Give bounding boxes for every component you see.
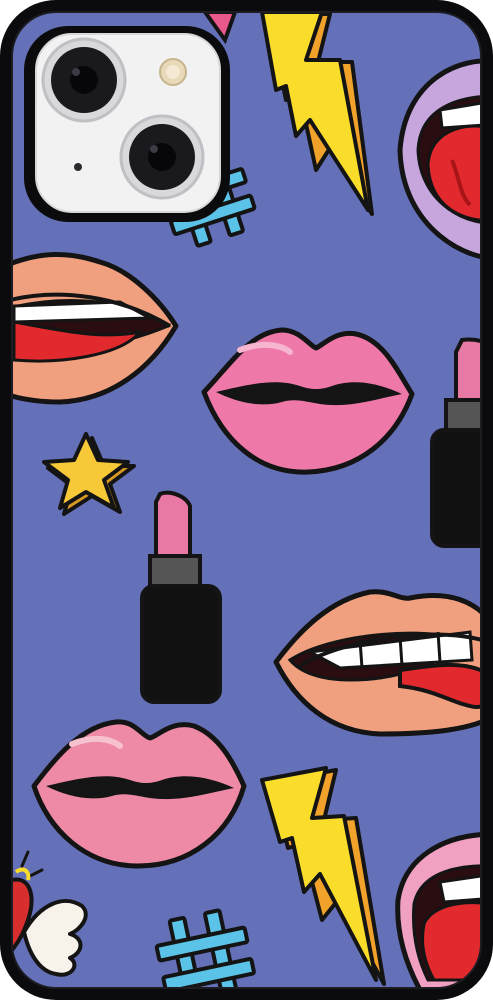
camera-module [24,26,230,222]
microphone-icon [74,163,82,171]
camera-lens-icon [41,37,127,123]
phone-case [0,0,493,1000]
camera-lens-icon [119,114,205,200]
flash-icon [159,58,187,86]
case-artwork [0,0,493,1000]
